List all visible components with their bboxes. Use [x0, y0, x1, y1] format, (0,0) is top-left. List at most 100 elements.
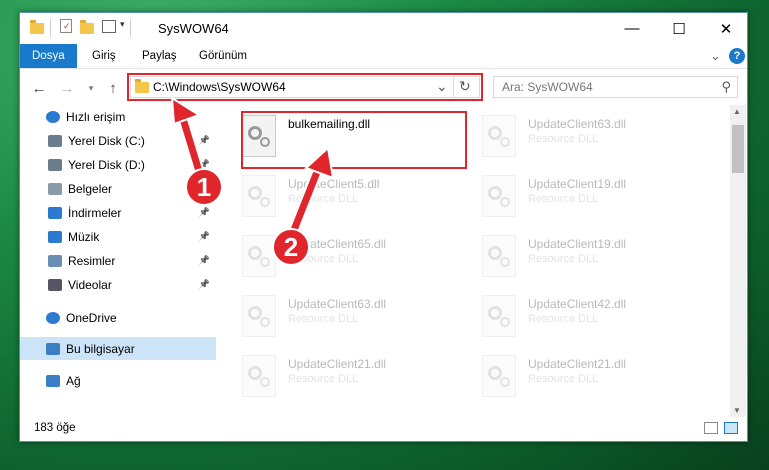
step-1-badge: 1: [185, 168, 223, 206]
pin-icon[interactable]: 📌: [199, 207, 210, 218]
forward-arrow-icon[interactable]: →: [56, 77, 78, 99]
nav-item-10[interactable]: Ağ: [20, 369, 216, 392]
tab-dosya[interactable]: Dosya: [20, 44, 77, 68]
pin-icon[interactable]: 📌: [199, 135, 210, 146]
ribbon-expand-icon[interactable]: ⌄: [710, 44, 721, 68]
window-title: SysWOW64: [158, 21, 229, 36]
dll-file-icon: [242, 295, 276, 337]
dll-file-icon: [242, 355, 276, 397]
qa-dropdown-icon[interactable]: ▾: [120, 19, 125, 35]
tab-giris[interactable]: Giriş: [92, 44, 116, 68]
new-folder-icon[interactable]: [80, 20, 94, 36]
file-item[interactable]: UpdateClient42.dll Resource DLL: [472, 291, 700, 349]
file-item[interactable]: UpdateClient65.dll Resource DLL: [232, 231, 460, 289]
nav-item-label: Ağ: [66, 373, 81, 388]
pin-icon[interactable]: 📌: [199, 231, 210, 242]
file-type: Resource DLL: [528, 253, 599, 265]
scrollbar-thumb[interactable]: [732, 125, 744, 173]
pin-icon[interactable]: 📌: [199, 255, 210, 266]
file-name: UpdateClient42.dll: [528, 297, 627, 311]
file-type: Resource DLL: [288, 313, 359, 325]
navigation-pane: Hızlı erişim Yerel Disk (C:) 📌 Yerel Disk (…: [20, 105, 216, 405]
file-item[interactable]: UpdateClient21.dll Resource DLL: [472, 351, 700, 409]
file-type: Resource DLL: [288, 373, 359, 385]
ribbon-divider: [20, 68, 747, 69]
properties-icon[interactable]: ✓: [60, 19, 72, 33]
nav-item-label: Bu bilgisayar: [66, 341, 135, 356]
download-icon: [48, 206, 62, 219]
file-name: UpdateClient19.dll: [528, 237, 627, 251]
file-type: Resource DLL: [288, 193, 359, 205]
search-placeholder: Ara: SysWOW64: [502, 80, 593, 94]
pictures-icon: [48, 254, 62, 267]
nav-item-1[interactable]: Yerel Disk (C:) 📌: [20, 129, 216, 152]
view-options-icon[interactable]: [102, 20, 116, 33]
minimize-button[interactable]: —: [609, 13, 655, 44]
computer-icon: [46, 342, 60, 355]
file-item[interactable]: UpdateClient19.dll Resource DLL: [472, 231, 700, 289]
nav-item-label: Müzik: [68, 229, 100, 244]
tab-paylas[interactable]: Paylaş: [142, 44, 177, 68]
maximize-button[interactable]: ☐: [656, 13, 702, 44]
nav-item-6[interactable]: Resimler 📌: [20, 249, 216, 272]
search-icon[interactable]: ⚲: [721, 79, 731, 95]
up-arrow-icon[interactable]: ↑: [102, 77, 124, 99]
file-item[interactable]: UpdateClient19.dll Resource DLL: [472, 171, 700, 229]
back-arrow-icon[interactable]: ←: [28, 77, 50, 99]
file-type: Resource DLL: [528, 313, 599, 325]
help-icon[interactable]: ?: [729, 48, 745, 64]
large-icons-view-icon[interactable]: [724, 422, 738, 434]
nav-item-label: Resimler: [68, 253, 116, 268]
nav-item-label: Yerel Disk (D:): [68, 157, 145, 172]
file-type: Resource DLL: [528, 193, 599, 205]
item-count: 183 öğe: [34, 422, 76, 434]
nav-item-4[interactable]: İndirmeler 📌: [20, 201, 216, 224]
step-2-badge: 2: [272, 228, 310, 266]
file-item[interactable]: UpdateClient63.dll Resource DLL: [472, 111, 700, 169]
file-name: UpdateClient63.dll: [528, 117, 627, 131]
drive-icon: [48, 158, 62, 171]
nav-item-9[interactable]: Bu bilgisayar: [20, 337, 216, 360]
vertical-scrollbar[interactable]: ▲ ▼: [730, 105, 746, 417]
divider: [50, 19, 51, 37]
search-input[interactable]: Ara: SysWOW64 ⚲: [493, 76, 738, 98]
nav-item-8[interactable]: OneDrive: [20, 306, 216, 329]
dll-file-icon: [242, 175, 276, 217]
drive-icon: [48, 134, 62, 147]
scroll-up-icon[interactable]: ▲: [733, 107, 741, 116]
details-view-icon[interactable]: [704, 422, 718, 434]
nav-item-7[interactable]: Videolar 📌: [20, 273, 216, 296]
tab-gorunum[interactable]: Görünüm: [199, 44, 247, 68]
cloud-icon: [46, 311, 60, 324]
dll-file-icon: [482, 235, 516, 277]
file-item[interactable]: UpdateClient21.dll Resource DLL: [232, 351, 460, 409]
dll-file-icon: [482, 355, 516, 397]
file-type: Resource DLL: [528, 373, 599, 385]
file-type: Resource DLL: [528, 133, 599, 145]
dll-file-icon: [482, 115, 516, 157]
file-highlight-box: [241, 111, 467, 169]
file-name: UpdateClient21.dll: [288, 357, 387, 371]
file-item[interactable]: UpdateClient63.dll Resource DLL: [232, 291, 460, 349]
title-bar: ✓ ▾ SysWOW64 — ☐ ✕: [20, 13, 747, 44]
nav-item-2[interactable]: Yerel Disk (D:) 📌: [20, 153, 216, 176]
nav-item-label: İndirmeler: [68, 205, 122, 220]
music-icon: [48, 230, 62, 243]
network-icon: [46, 374, 60, 387]
star-icon: [46, 110, 60, 123]
pin-icon[interactable]: 📌: [199, 279, 210, 290]
file-item[interactable]: UpdateClient5.dll Resource DLL: [232, 171, 460, 229]
file-name: UpdateClient19.dll: [528, 177, 627, 191]
recent-dropdown-icon[interactable]: ▾: [80, 77, 102, 99]
nav-item-5[interactable]: Müzik 📌: [20, 225, 216, 248]
status-bar: 183 öğe: [20, 417, 747, 441]
close-button[interactable]: ✕: [703, 13, 747, 44]
nav-item-label: Hızlı erişim: [66, 109, 126, 124]
scroll-down-icon[interactable]: ▼: [733, 406, 741, 415]
videos-icon: [48, 278, 62, 291]
address-highlight-box: [127, 73, 483, 101]
file-name: UpdateClient63.dll: [288, 297, 387, 311]
ribbon-tabs: Dosya Giriş Paylaş Görünüm ⌄ ?: [20, 44, 747, 68]
nav-item-0[interactable]: Hızlı erişim: [20, 105, 216, 128]
explorer-window: ✓ ▾ SysWOW64 — ☐ ✕ Dosya Giriş Paylaş Gö…: [19, 12, 748, 442]
